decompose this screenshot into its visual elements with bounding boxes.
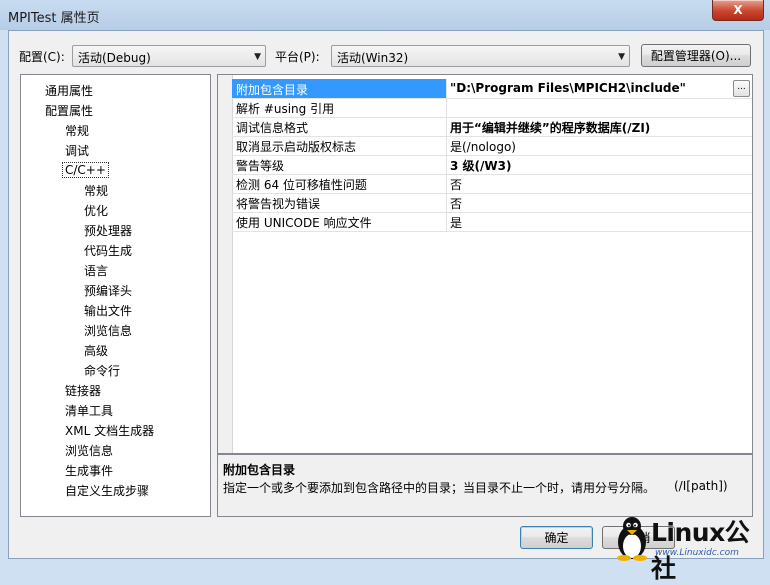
config-select[interactable]: 活动(Debug) ▼ bbox=[72, 45, 266, 67]
property-value[interactable]: 否 bbox=[450, 176, 462, 193]
grid-divider bbox=[446, 79, 447, 98]
watermark: Linux公社 www.Linuxidc.com bbox=[615, 511, 770, 583]
tree-item[interactable]: 语言 bbox=[84, 262, 108, 279]
config-select-value: 活动(Debug) bbox=[78, 51, 151, 65]
dialog-body: 配置(C): 活动(Debug) ▼ 平台(P): 活动(Win32) ▼ 配置… bbox=[8, 30, 764, 559]
tree-item[interactable]: 命令行 bbox=[84, 362, 120, 379]
grid-row[interactable]: 使用 UNICODE 响应文件 是 bbox=[232, 212, 752, 232]
grid-row[interactable]: 警告等级 3 级(/W3) bbox=[232, 155, 752, 175]
tree-item[interactable]: 浏览信息 bbox=[65, 442, 113, 459]
config-label: 配置(C): bbox=[19, 50, 65, 64]
grid-divider bbox=[446, 98, 447, 117]
chevron-down-icon: ▼ bbox=[618, 52, 625, 62]
property-tree[interactable]: 通用属性 配置属性 常规 调试 C/C++ 常规 优化 预处理器 代码生成 语言… bbox=[20, 74, 211, 517]
grid-row[interactable]: 解析 #using 引用 bbox=[232, 98, 752, 118]
grid-row[interactable]: 附加包含目录 "D:\Program Files\MPICH2\include"… bbox=[232, 79, 752, 99]
tree-item[interactable]: 自定义生成步骤 bbox=[65, 482, 149, 499]
watermark-url: www.Linuxidc.com bbox=[655, 548, 739, 558]
ok-button[interactable]: 确定 bbox=[520, 526, 593, 549]
browse-button[interactable]: ... bbox=[733, 80, 750, 97]
property-name: 警告等级 bbox=[236, 159, 285, 173]
tree-item[interactable]: 代码生成 bbox=[84, 242, 132, 259]
property-name: 取消显示启动版权标志 bbox=[236, 140, 357, 154]
tree-item[interactable]: 生成事件 bbox=[65, 462, 113, 479]
tree-item-selected[interactable]: C/C++ bbox=[62, 162, 109, 178]
grid-divider bbox=[446, 212, 447, 231]
config-manager-button[interactable]: 配置管理器(O)... bbox=[641, 44, 751, 67]
platform-label: 平台(P): bbox=[275, 50, 320, 64]
grid-divider bbox=[446, 117, 447, 136]
property-name: 检测 64 位可移植性问题 bbox=[236, 178, 367, 192]
tree-item[interactable]: 优化 bbox=[84, 202, 108, 219]
grid-row[interactable]: 检测 64 位可移植性问题 否 bbox=[232, 174, 752, 194]
tree-item[interactable]: 输出文件 bbox=[84, 302, 132, 319]
description-title: 附加包含目录 bbox=[223, 463, 296, 477]
tux-icon bbox=[617, 517, 647, 561]
grid-divider bbox=[446, 193, 447, 212]
grid-row[interactable]: 将警告视为错误 否 bbox=[232, 193, 752, 213]
platform-select-value: 活动(Win32) bbox=[337, 51, 409, 65]
tree-item[interactable]: 链接器 bbox=[65, 382, 101, 399]
property-name: 使用 UNICODE 响应文件 bbox=[236, 216, 372, 230]
tree-item[interactable]: 常规 bbox=[84, 182, 108, 199]
close-icon: X bbox=[733, 3, 743, 17]
description-switch: (/I[path]) bbox=[674, 479, 728, 493]
property-name: 解析 #using 引用 bbox=[236, 102, 335, 116]
grid-row[interactable]: 取消显示启动版权标志 是(/nologo) bbox=[232, 136, 752, 156]
grid-divider bbox=[446, 174, 447, 193]
title-bar: MPITest 属性页 X bbox=[0, 0, 770, 30]
platform-select[interactable]: 活动(Win32) ▼ bbox=[331, 45, 630, 67]
property-value[interactable]: 用于“编辑并继续”的程序数据库(/ZI) bbox=[450, 119, 650, 136]
property-value[interactable]: "D:\Program Files\MPICH2\include" bbox=[450, 81, 686, 95]
property-name: 将警告视为错误 bbox=[236, 197, 321, 211]
description-text: 指定一个或多个要添加到包含路径中的目录；当目录不止一个时，请用分号分隔。 bbox=[223, 481, 656, 495]
property-name: 附加包含目录 bbox=[236, 83, 309, 97]
property-value[interactable]: 3 级(/W3) bbox=[450, 157, 511, 174]
property-grid: 附加包含目录 "D:\Program Files\MPICH2\include"… bbox=[217, 74, 753, 454]
tree-item[interactable]: 配置属性 bbox=[45, 102, 93, 119]
tree-item[interactable]: 调试 bbox=[65, 142, 89, 159]
tree-item[interactable]: 浏览信息 bbox=[84, 322, 132, 339]
chevron-down-icon: ▼ bbox=[254, 52, 261, 62]
grid-divider bbox=[446, 136, 447, 155]
close-button[interactable]: X bbox=[712, 0, 764, 21]
tree-item[interactable]: 预处理器 bbox=[84, 222, 132, 239]
property-value[interactable]: 否 bbox=[450, 195, 462, 212]
tree-item[interactable]: 预编译头 bbox=[84, 282, 132, 299]
tree-item[interactable]: 高级 bbox=[84, 342, 108, 359]
window-title: MPITest 属性页 bbox=[8, 11, 100, 26]
tree-item[interactable]: 常规 bbox=[65, 122, 89, 139]
property-value[interactable]: 是(/nologo) bbox=[450, 138, 516, 155]
tree-item[interactable]: XML 文档生成器 bbox=[65, 422, 154, 439]
tree-item[interactable]: 通用属性 bbox=[45, 82, 93, 99]
grid-divider bbox=[446, 155, 447, 174]
tree-item[interactable]: 清单工具 bbox=[65, 402, 113, 419]
property-value[interactable]: 是 bbox=[450, 214, 462, 231]
description-panel: 附加包含目录 指定一个或多个要添加到包含路径中的目录；当目录不止一个时，请用分号… bbox=[217, 454, 753, 517]
grid-gutter bbox=[218, 75, 233, 453]
grid-row[interactable]: 调试信息格式 用于“编辑并继续”的程序数据库(/ZI) bbox=[232, 117, 752, 137]
property-name: 调试信息格式 bbox=[236, 121, 309, 135]
